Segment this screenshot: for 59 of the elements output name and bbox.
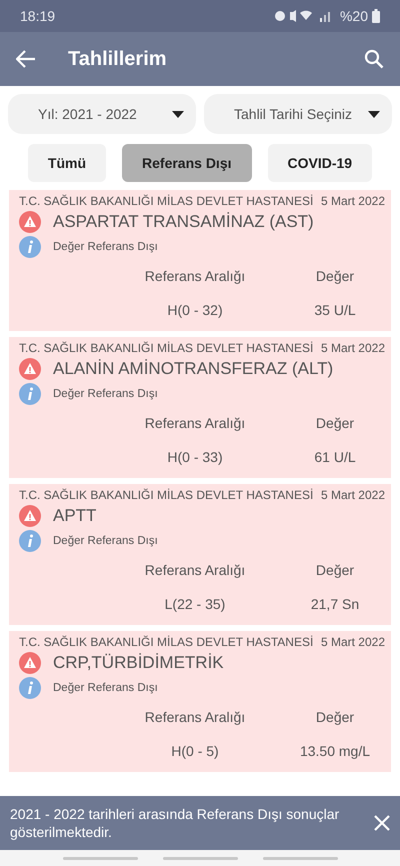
filter-tab[interactable]: Tümü bbox=[28, 144, 106, 182]
column-label: Referans Aralığı bbox=[144, 562, 246, 578]
caret-icon bbox=[368, 110, 380, 118]
column-label: Referans Aralığı bbox=[144, 709, 246, 725]
result-value: 35 U/L bbox=[313, 302, 357, 318]
info-icon bbox=[19, 530, 41, 552]
back-button[interactable] bbox=[16, 50, 36, 68]
battery-percentage: %20 bbox=[340, 8, 368, 24]
screen-title: Tahlillerim bbox=[68, 48, 168, 70]
filter-dropdown[interactable]: Tahlil Tarihi Seçiniz bbox=[204, 94, 392, 134]
hospital-name: T.C. SAĞLIK BAKANLIĞI MİLAS DEVLET HASTANESİ bbox=[19, 488, 314, 502]
filter-dropdown[interactable]: Yıl: 2021 - 2022 bbox=[8, 94, 196, 134]
column-label: Referans Aralığı bbox=[144, 268, 246, 284]
filter-tab[interactable]: Referans Dışı bbox=[122, 144, 252, 182]
reference-range: H(0 - 33) bbox=[166, 449, 224, 465]
filter-tab[interactable]: COVID-19 bbox=[268, 144, 372, 182]
warning-icon bbox=[19, 358, 41, 380]
result-status: Değer Referans Dışı bbox=[53, 388, 158, 400]
test-name: APTT bbox=[53, 506, 96, 526]
result-card[interactable]: T.C. SAĞLIK BAKANLIĞI MİLAS DEVLET HASTANESİ 5 Mart 2022 ALANİN AMİNOTRANSFERAZ (ALT) Değer Referans Dışı Referans Aralığı Değer H(0 - 33) 61 U/L bbox=[9, 337, 391, 478]
result-date: 5 Mart 2022 bbox=[320, 341, 385, 355]
hospital-name: T.C. SAĞLIK BAKANLIĞI MİLAS DEVLET HASTANESİ bbox=[19, 635, 314, 649]
column-label: Referans Aralığı bbox=[144, 415, 246, 431]
result-card[interactable]: T.C. SAĞLIK BAKANLIĞI MİLAS DEVLET HASTANESİ 5 Mart 2022 ASPARTAT TRANSAMİNAZ (AST) Değer Referans Dışı Referans Aralığı Değer H(0 - 32) 35 U/L bbox=[9, 190, 391, 331]
info-icon bbox=[19, 677, 41, 699]
status-time: 18:19 bbox=[20, 8, 56, 24]
result-status: Değer Referans Dışı bbox=[53, 535, 158, 547]
result-date: 5 Mart 2022 bbox=[320, 635, 385, 649]
hospital-name: T.C. SAĞLIK BAKANLIĞI MİLAS DEVLET HASTANESİ bbox=[19, 341, 314, 355]
reference-range: H(0 - 5) bbox=[170, 743, 220, 759]
result-date: 5 Mart 2022 bbox=[320, 194, 385, 208]
result-value: 13.50 mg/L bbox=[298, 743, 372, 759]
result-value: 21,7 Sn bbox=[310, 596, 360, 612]
close-button[interactable] bbox=[374, 815, 390, 831]
column-label: Değer bbox=[314, 709, 356, 725]
battery-icon bbox=[372, 9, 380, 23]
snackbar-message: 2021 - 2022 tarihleri arasında Referans Dışı sonuçlar gösterilmektedir. bbox=[10, 805, 340, 841]
info-icon bbox=[19, 383, 41, 405]
result-card[interactable]: T.C. SAĞLIK BAKANLIĞI MİLAS DEVLET HASTANESİ 5 Mart 2022 CRP,TÜRBİDİMETRİK Değer Referans Dışı Referans Aralığı Değer H(0 - 5) 13.50 mg/L bbox=[9, 631, 391, 772]
result-date: 5 Mart 2022 bbox=[320, 488, 385, 502]
warning-icon bbox=[19, 652, 41, 674]
test-name: CRP,TÜRBİDİMETRİK bbox=[53, 653, 224, 673]
column-label: Değer bbox=[314, 268, 356, 284]
hospital-name: T.C. SAĞLIK BAKANLIĞI MİLAS DEVLET HASTANESİ bbox=[19, 194, 314, 208]
column-label: Değer bbox=[314, 415, 356, 431]
column-label: Değer bbox=[314, 562, 356, 578]
caret-icon bbox=[172, 110, 184, 118]
result-value: 61 U/L bbox=[313, 449, 357, 465]
result-status: Değer Referans Dışı bbox=[53, 682, 158, 694]
warning-icon bbox=[19, 505, 41, 527]
reference-range: L(22 - 35) bbox=[164, 596, 226, 612]
result-status: Değer Referans Dışı bbox=[53, 241, 158, 253]
search-button[interactable] bbox=[364, 49, 384, 69]
result-card[interactable]: T.C. SAĞLIK BAKANLIĞI MİLAS DEVLET HASTANESİ 5 Mart 2022 APTT Değer Referans Dışı Referans Aralığı Değer L(22 - 35) 21,7 Sn bbox=[9, 484, 391, 625]
info-icon bbox=[19, 236, 41, 258]
reference-range: H(0 - 32) bbox=[166, 302, 224, 318]
test-name: ALANİN AMİNOTRANSFERAZ (ALT) bbox=[53, 359, 334, 379]
test-name: ASPARTAT TRANSAMİNAZ (AST) bbox=[53, 212, 314, 232]
warning-icon bbox=[19, 211, 41, 233]
